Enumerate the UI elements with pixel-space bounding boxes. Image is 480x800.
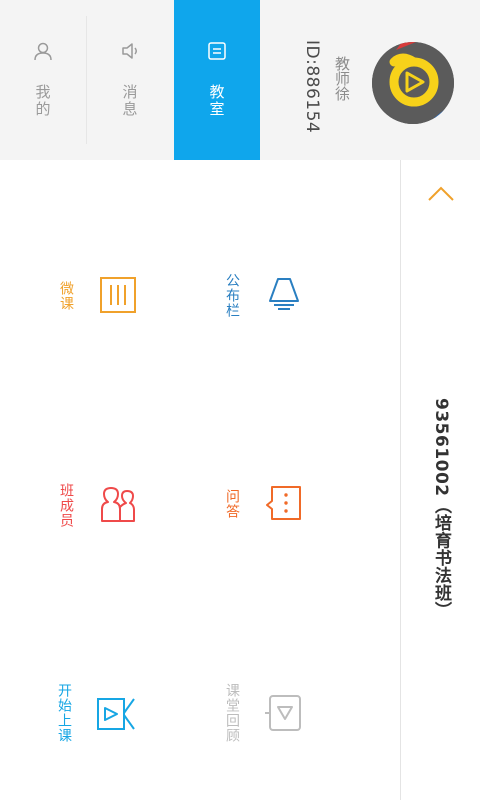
- func-start-class[interactable]: 开始上课: [46, 675, 146, 755]
- megaphone-icon: [269, 278, 299, 310]
- func-qa-label: 问答: [224, 489, 240, 519]
- user-name: 教师徐: [333, 56, 351, 101]
- func-bulletin[interactable]: 公布栏: [210, 255, 310, 335]
- func-bulletin-label: 公布栏: [224, 273, 240, 318]
- person-icon: [34, 42, 52, 61]
- chevron-up-icon[interactable]: [425, 182, 457, 206]
- micro-lesson-icon: [100, 277, 136, 313]
- replay-icon: [265, 695, 301, 731]
- func-class-review[interactable]: 课堂回顾: [210, 675, 310, 755]
- members-icon: [101, 487, 135, 522]
- func-micro-lesson-label: 微课: [58, 281, 74, 311]
- class-title: 93561002（培育书法班）: [431, 398, 451, 620]
- class-side-panel: 93561002（培育书法班）: [400, 160, 480, 800]
- screen: 我的 消息 教室 ID:886154 教师徐 93561002（培育书法班） 公…: [0, 0, 480, 800]
- classroom-icon: [208, 42, 226, 60]
- func-members[interactable]: 班成员: [46, 465, 146, 545]
- func-micro-lesson[interactable]: 微课: [46, 255, 146, 335]
- tab-messages[interactable]: 消息: [87, 0, 173, 160]
- chat-bubble-icon: [266, 486, 301, 520]
- func-class-review-label: 课堂回顾: [224, 683, 240, 743]
- start-class-icon: [97, 698, 135, 730]
- func-start-class-label: 开始上课: [56, 683, 72, 743]
- tab-mine[interactable]: 我的: [0, 0, 86, 160]
- func-qa[interactable]: 问答: [210, 465, 310, 545]
- header-bar: 我的 消息 教室 ID:886154 教师徐: [0, 0, 480, 160]
- user-id: ID:886154: [302, 40, 322, 134]
- tab-messages-label: 消息: [120, 84, 139, 118]
- avatar[interactable]: [372, 42, 454, 124]
- func-members-label: 班成员: [58, 483, 74, 528]
- logo-avatar-icon: [372, 42, 454, 124]
- tab-classroom[interactable]: 教室: [174, 0, 260, 160]
- speaker-icon: [122, 43, 137, 59]
- tab-mine-label: 我的: [33, 84, 52, 118]
- tab-classroom-label: 教室: [207, 84, 226, 118]
